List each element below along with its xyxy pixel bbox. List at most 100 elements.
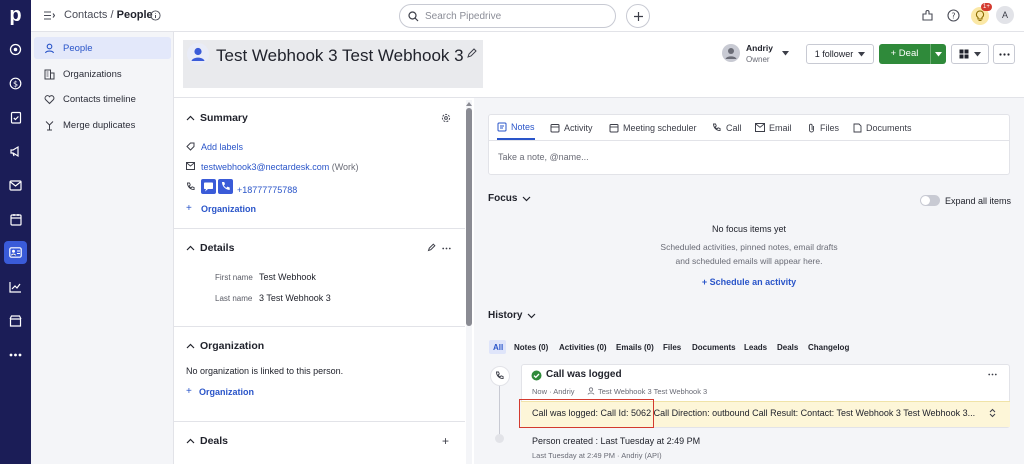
tab-call[interactable]: Call [712, 115, 742, 140]
pipedrive-logo[interactable]: p [4, 4, 27, 27]
deal-dropdown-icon[interactable] [931, 51, 946, 57]
more-actions-button[interactable] [993, 44, 1015, 64]
phone-icon [186, 182, 195, 191]
rail-store-icon[interactable] [4, 309, 27, 332]
view-switcher-button[interactable] [951, 44, 989, 64]
tab-documents[interactable]: Documents [853, 115, 912, 140]
document-icon [853, 123, 862, 132]
add-org-plus-icon[interactable]: + [186, 386, 192, 397]
sms-icon[interactable] [201, 179, 216, 194]
rail-insights-icon[interactable] [4, 275, 27, 298]
check-circle-icon [531, 370, 542, 381]
deals-header[interactable]: Deals [186, 435, 228, 447]
filter-leads[interactable]: Leads [744, 343, 767, 352]
subnav-item-organizations[interactable]: Organizations [34, 63, 171, 85]
deal-label[interactable]: + Deal [879, 44, 931, 64]
subnav-label: Organizations [63, 68, 122, 80]
filter-activities[interactable]: Activities (0) [559, 343, 607, 352]
rail-megaphone-icon[interactable] [4, 140, 27, 163]
add-organization-plus-icon[interactable]: + [186, 203, 192, 214]
info-icon[interactable] [150, 10, 161, 21]
follower-button[interactable]: 1 follower [806, 44, 874, 64]
rail-mail-icon[interactable] [4, 174, 27, 197]
subnav-item-merge-duplicates[interactable]: Merge duplicates [34, 114, 171, 136]
filter-deals[interactable]: Deals [777, 343, 798, 352]
search-input[interactable]: Search Pipedrive [399, 4, 616, 28]
expand-note-icon[interactable] [989, 408, 996, 418]
summary-title: Summary [200, 112, 248, 124]
filter-notes[interactable]: Notes (0) [514, 343, 548, 352]
chevron-up-icon [186, 245, 195, 251]
email-link[interactable]: testwebhook3@nectardesk.com [201, 162, 329, 172]
calendar-icon [609, 123, 619, 132]
merge-icon [45, 120, 54, 130]
rail-more-icon[interactable] [4, 343, 27, 366]
history-header[interactable]: History [488, 310, 536, 321]
edit-name-icon[interactable] [466, 48, 477, 59]
follower-label: 1 follower [814, 49, 854, 59]
owner-avatar [722, 44, 740, 62]
summary-header[interactable]: Summary [186, 112, 248, 124]
summary-settings-icon[interactable] [441, 113, 451, 123]
tab-notes[interactable]: Notes [497, 115, 535, 140]
owner-dropdown-icon[interactable] [782, 51, 789, 56]
subnav-item-contacts-timeline[interactable]: Contacts timeline [34, 88, 171, 110]
details-header[interactable]: Details [186, 242, 234, 254]
organization-header[interactable]: Organization [186, 340, 264, 352]
subnav-item-people[interactable]: People [34, 37, 171, 59]
tab-activity[interactable]: Activity [550, 115, 593, 140]
tab-meeting-scheduler[interactable]: Meeting scheduler [609, 115, 697, 140]
edit-details-icon[interactable] [427, 243, 436, 252]
phone-link[interactable]: +18777775788 [237, 185, 297, 195]
call-id-highlight [519, 399, 654, 428]
heart-handshake-icon [44, 94, 55, 104]
rail-calendar-icon[interactable] [4, 208, 27, 231]
add-labels-link[interactable]: Add labels [201, 142, 243, 152]
filter-documents[interactable]: Documents [692, 343, 736, 352]
tab-label: Notes [511, 121, 535, 132]
scroll-thumb[interactable] [466, 108, 472, 326]
composer: Notes Activity Meeting scheduler Call Em… [488, 114, 1010, 175]
scroll-up-icon[interactable] [466, 101, 472, 106]
schedule-activity-link[interactable]: + Schedule an activity [474, 277, 1024, 287]
call-meta-person[interactable]: Test Webhook 3 Test Webhook 3 [598, 387, 707, 396]
expand-all-toggle[interactable] [920, 195, 940, 206]
call-phone-icon[interactable] [218, 179, 233, 194]
subnav-label: Contacts timeline [63, 93, 136, 105]
filter-all[interactable]: All [493, 343, 503, 352]
quick-add-button[interactable] [626, 4, 650, 28]
rail-dollar-icon[interactable]: $ [4, 72, 27, 95]
owner-role: Owner [746, 55, 770, 64]
filter-files[interactable]: Files [663, 343, 681, 352]
filter-changelog[interactable]: Changelog [808, 343, 849, 352]
focus-header[interactable]: Focus [488, 193, 531, 204]
last-name-value[interactable]: 3 Test Webhook 3 [259, 293, 331, 303]
add-deal-button[interactable]: + Deal [879, 44, 946, 64]
add-organization-link[interactable]: Organization [201, 204, 256, 214]
first-name-value[interactable]: Test Webhook [259, 272, 316, 282]
chevron-down-icon [858, 51, 866, 56]
help-icon[interactable]: ? [947, 9, 960, 22]
person-name[interactable]: Test Webhook 3 Test Webhook 3 [216, 46, 464, 66]
filter-emails[interactable]: Emails (0) [616, 343, 654, 352]
call-more-icon[interactable] [988, 373, 997, 376]
extensions-icon[interactable] [921, 9, 934, 22]
subnav-label: Merge duplicates [63, 119, 136, 131]
add-org-link[interactable]: Organization [199, 387, 254, 397]
owner-name[interactable]: Andriy [746, 43, 773, 53]
rail-checklist-icon[interactable] [4, 106, 27, 129]
details-more-icon[interactable] [442, 247, 451, 250]
tab-email[interactable]: Email [755, 115, 792, 140]
history-title: History [488, 310, 523, 321]
tag-icon [186, 142, 195, 151]
rail-target-icon[interactable] [4, 38, 27, 61]
collapse-menu-icon[interactable] [43, 10, 55, 21]
tab-files[interactable]: Files [807, 115, 839, 140]
breadcrumb-parent[interactable]: Contacts [64, 9, 107, 21]
focus-title: Focus [488, 193, 518, 204]
add-deal-plus-icon[interactable]: + [442, 434, 449, 448]
note-input[interactable]: Take a note, @name... [498, 152, 589, 162]
tab-label: Documents [866, 122, 912, 133]
user-avatar[interactable]: A [996, 6, 1014, 24]
rail-contacts-icon[interactable] [4, 241, 27, 264]
